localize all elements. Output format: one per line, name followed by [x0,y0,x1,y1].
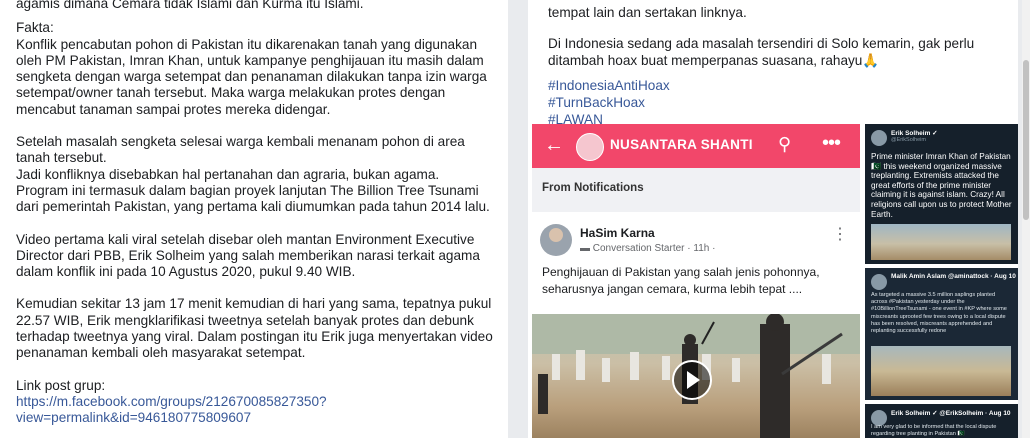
tweet-author: Erik Solheim ✓ [891,130,938,137]
video-thumbnail [532,314,860,438]
link-label: Link post grup: [16,377,106,393]
section-label: From Notifications [542,182,644,194]
hashtag-link[interactable]: #IndonesiaAntiHoax [548,77,1008,94]
tweet-author: Malik Amin Aslam @aminattock · Aug 10 [891,273,1016,280]
tweet-author: Erik Solheim ✓ @ErikSolheim · Aug 10 [891,410,1011,417]
paragraph-4: Kemudian sekitar 13 jam 17 menit kemudia… [16,296,493,361]
paragraph-2b: Jadi konfliknya disebabkan hal pertanaha… [16,166,490,215]
tweet-text: As targeted a massive 3.5 million saplin… [871,292,1007,335]
more-icon: ••• [822,132,841,154]
group-post-link-line1[interactable]: https://m.facebook.com/groups/2126700858… [16,394,327,409]
embedded-post-text: Penghijauan di Pakistan yang salah jenis… [542,265,820,296]
tweet-image [871,224,1011,260]
hashtag-link[interactable]: #TurnBackHoax [548,94,1008,111]
left-post: agamis dimana Cemara tidak Islami dan Ku… [0,0,508,438]
post-meta: ▬ Conversation Starter · 11h · [580,243,716,254]
post-line-top: agamis dimana Cemara tidak Islami dan Ku… [16,0,364,11]
avatar [540,224,572,256]
tweet-screenshot: Erik Solheim ✓ @ErikSolheim Prime minist… [865,124,1018,264]
page-scrollbar[interactable] [1022,0,1030,438]
right-post-text: tempat lain dan sertakan linknya. Di Ind… [548,4,1008,128]
group-name: NUSANTARA SHANTI [610,137,753,152]
tweet-screenshot: Malik Amin Aslam @aminattock · Aug 10 As… [865,268,1018,400]
more-icon: ⋮ [832,226,848,243]
fakta-label: Fakta: [16,20,54,36]
left-post-text: agamis dimana Cemara tidak Islami dan Ku… [16,0,494,427]
tweet-screenshot: Erik Solheim ✓ @ErikSolheim · Aug 10 I a… [865,404,1018,438]
back-arrow-icon: ← [544,134,564,156]
play-icon[interactable] [672,360,712,400]
tweet-text: I am very glad to be informed that the l… [871,424,997,437]
paragraph-2a: Setelah masalah sengketa selesai warga k… [16,134,465,166]
paragraph-1: Konflik pencabutan pohon di Pakistan itu… [16,36,487,117]
tweet-text: Prime minister Imran Khan of Pakistan 🇵🇰… [871,152,1012,219]
right-line-top: tempat lain dan sertakan linknya. [548,5,747,20]
right-paragraph-1: Di Indonesia sedang ada masalah tersendi… [548,36,975,68]
tweet-image [871,346,1011,396]
scrollbar-thumb[interactable] [1023,60,1029,220]
avatar [871,130,887,146]
group-avatar [576,133,604,161]
post-image-collage[interactable]: ← NUSANTARA SHANTI ⚲ ••• From Notificati… [532,124,1018,438]
right-post: tempat lain dan sertakan linknya. Di Ind… [528,0,1018,438]
author-name: HaSim Karna [580,226,655,240]
paragraph-3: Video pertama kali viral setelah disebar… [16,231,480,280]
search-icon: ⚲ [778,134,792,154]
group-post-link[interactable]: https://m.facebook.com/groups/2126700858… [16,394,494,427]
embedded-post: HaSim Karna ▬ Conversation Starter · 11h… [532,212,860,438]
group-post-link-line2[interactable]: view=permalink&id=946180775809607 [16,410,251,425]
group-topbar: ← NUSANTARA SHANTI ⚲ ••• [532,124,860,168]
tweet-handle: @ErikSolheim [891,137,926,143]
avatar [871,274,887,290]
phone-screenshot: ← NUSANTARA SHANTI ⚲ ••• From Notificati… [532,124,860,438]
